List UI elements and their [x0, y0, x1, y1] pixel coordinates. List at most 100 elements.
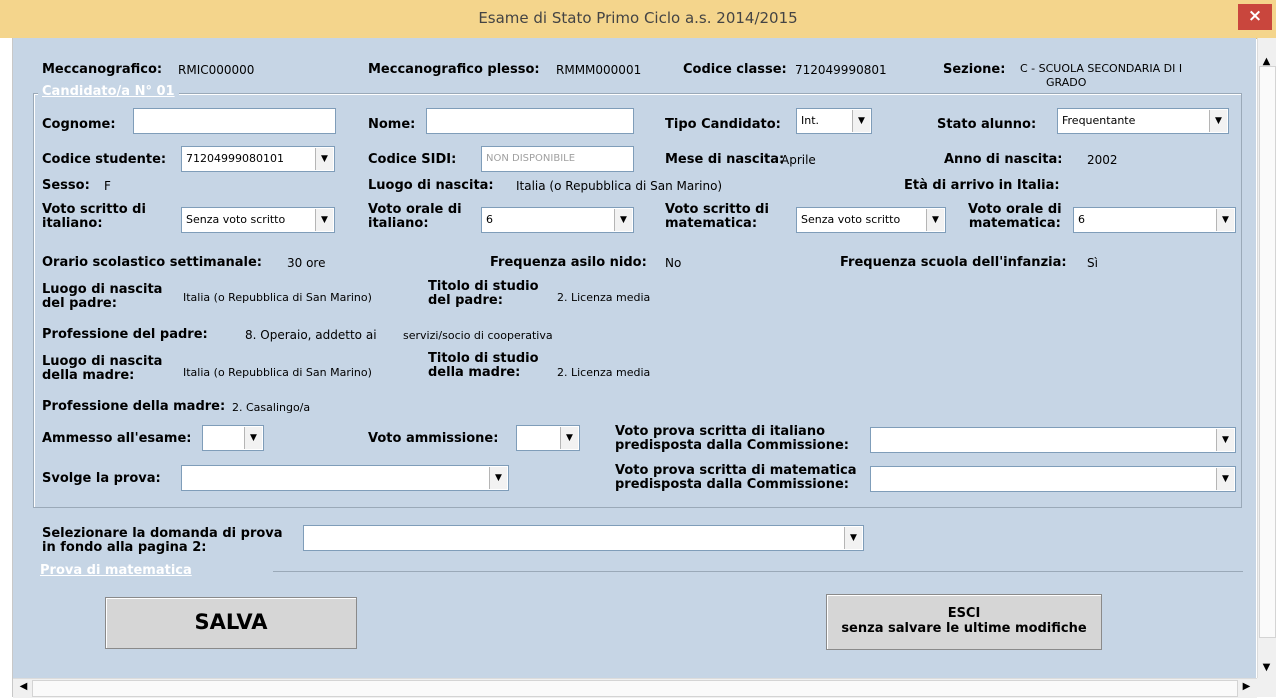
label-line: della madre:	[428, 365, 521, 380]
orario-settimanale-label: Orario scolastico settimanale:	[42, 255, 262, 270]
scroll-left-icon[interactable]: ◀	[14, 681, 33, 692]
codice-classe-value: 712049990801	[795, 63, 887, 77]
codice-sidi-label: Codice SIDI:	[368, 152, 457, 167]
label-line: predisposta dalla Commissione:	[615, 477, 849, 492]
scroll-right-icon[interactable]: ▶	[1237, 681, 1256, 692]
titolo-studio-madre-label: Titolo di studio della madre:	[428, 352, 539, 380]
vertical-scrollbar-thumb[interactable]	[1259, 66, 1276, 638]
voto-scritto-matematica-dropdown[interactable]: Senza voto scritto ▼	[796, 207, 946, 233]
label-line: Voto orale di	[968, 202, 1062, 217]
voto-ammissione-dropdown[interactable]: ▼	[516, 425, 580, 451]
horizontal-scrollbar-thumb[interactable]	[32, 680, 1238, 697]
label-line: Voto orale di	[368, 202, 462, 217]
voto-prova-matematica-dropdown[interactable]: ▼	[870, 466, 1236, 492]
chevron-down-icon[interactable]: ▼	[315, 209, 333, 231]
chevron-down-icon[interactable]: ▼	[844, 527, 862, 549]
stato-alunno-dropdown[interactable]: Frequentante ▼	[1057, 108, 1229, 134]
label-line: del padre:	[42, 296, 117, 311]
chevron-down-icon[interactable]: ▼	[1209, 110, 1227, 132]
chevron-down-icon[interactable]: ▼	[315, 148, 333, 170]
titolo-studio-padre-value: 2. Licenza media	[557, 291, 651, 304]
domanda-prova-dropdown[interactable]: ▼	[303, 525, 864, 551]
chevron-down-icon[interactable]: ▼	[926, 209, 944, 231]
voto-prova-matematica-label: Voto prova scritta di matematica predisp…	[615, 464, 857, 492]
asilo-nido-value: No	[665, 256, 682, 270]
chevron-down-icon[interactable]: ▼	[560, 427, 578, 449]
ammesso-esame-dropdown[interactable]: ▼	[202, 425, 264, 451]
cognome-label: Cognome:	[42, 117, 116, 132]
chevron-down-icon[interactable]: ▼	[1216, 468, 1234, 490]
asilo-nido-label: Frequenza asilo nido:	[490, 255, 647, 270]
chevron-down-icon[interactable]: ▼	[244, 427, 262, 449]
esci-button-line2: senza salvare le ultime modifiche	[841, 621, 1087, 636]
sezione-value-line1: C - SCUOLA SECONDARIA DI I	[1020, 62, 1183, 75]
tipo-candidato-dropdown[interactable]: Int. ▼	[796, 108, 872, 134]
label-line: Voto prova scritta di matematica	[615, 463, 857, 478]
voto-orale-italiano-value: 6	[486, 213, 493, 226]
voto-orale-matematica-dropdown[interactable]: 6 ▼	[1073, 207, 1236, 233]
stato-alunno-label: Stato alunno:	[937, 117, 1037, 132]
meccanografico-value: RMIC000000	[178, 63, 255, 77]
chevron-down-icon[interactable]: ▼	[489, 467, 507, 489]
voto-prova-italiano-dropdown[interactable]: ▼	[870, 427, 1236, 453]
titolo-studio-madre-value: 2. Licenza media	[557, 366, 651, 379]
luogo-nascita-value: Italia (o Repubblica di San Marino)	[516, 179, 723, 193]
voto-scritto-matematica-value: Senza voto scritto	[801, 213, 901, 226]
close-button[interactable]: ×	[1238, 4, 1272, 30]
chevron-down-icon[interactable]: ▼	[614, 209, 632, 231]
codice-studente-dropdown[interactable]: 71204999080101 ▼	[181, 146, 335, 172]
label-line: in fondo alla pagina 2:	[42, 540, 207, 555]
label-line: Voto scritto di	[665, 202, 769, 217]
window-title: Esame di Stato Primo Ciclo a.s. 2014/201…	[478, 9, 798, 27]
mese-nascita-value: Aprile	[781, 153, 816, 167]
chevron-down-icon[interactable]: ▼	[1216, 209, 1234, 231]
luogo-nascita-padre-label: Luogo di nascita del padre:	[42, 283, 162, 311]
domanda-prova-label: Selezionare la domanda di prova in fondo…	[42, 527, 283, 555]
luogo-nascita-padre-value: Italia (o Repubblica di San Marino)	[183, 291, 372, 304]
scroll-down-icon[interactable]: ▼	[1257, 662, 1276, 673]
titolo-studio-padre-label: Titolo di studio del padre:	[428, 280, 539, 308]
professione-madre-label: Professione della madre:	[42, 399, 226, 414]
orario-settimanale-value: 30 ore	[287, 256, 326, 270]
label-line: matematica:	[665, 216, 758, 231]
chevron-down-icon[interactable]: ▼	[1216, 429, 1234, 451]
sezione-label: Sezione:	[943, 62, 1006, 77]
nome-label: Nome:	[368, 117, 416, 132]
voto-ammissione-label: Voto ammissione:	[368, 431, 499, 446]
mese-nascita-label: Mese di nascita:	[665, 152, 785, 167]
professione-padre-label: Professione del padre:	[42, 327, 208, 342]
codice-studente-label: Codice studente:	[42, 152, 167, 167]
voto-scritto-italiano-dropdown[interactable]: Senza voto scritto ▼	[181, 207, 335, 233]
label-line: Luogo di nascita	[42, 354, 163, 369]
nome-input[interactable]	[426, 108, 634, 134]
sezione-value-line2: GRADO	[1046, 76, 1087, 89]
voto-scritto-italiano-value: Senza voto scritto	[186, 213, 286, 226]
meccanografico-label: Meccanografico:	[42, 62, 163, 77]
eta-arrivo-label: Età di arrivo in Italia:	[904, 178, 1060, 193]
label-line: italiano:	[368, 216, 429, 231]
label-line: italiano:	[42, 216, 103, 231]
esci-button-line1: ESCI	[947, 606, 981, 621]
codice-sidi-input: NON DISPONIBILE	[481, 146, 634, 172]
label-line: matematica:	[968, 216, 1061, 231]
scuola-infanzia-value: Sì	[1087, 256, 1098, 270]
esci-button[interactable]: ESCI senza salvare le ultime modifiche	[826, 594, 1102, 650]
meccanografico-plesso-label: Meccanografico plesso:	[368, 62, 540, 77]
math-frame-title: Prova di matematica	[38, 563, 196, 578]
salva-button[interactable]: SALVA	[105, 597, 357, 649]
candidate-frame-title: Candidato/a N° 01	[38, 84, 179, 99]
label-line: Selezionare la domanda di prova	[42, 526, 283, 541]
stato-alunno-value: Frequentante	[1062, 114, 1136, 127]
chevron-down-icon[interactable]: ▼	[852, 110, 870, 132]
svolge-prova-dropdown[interactable]: ▼	[181, 465, 509, 491]
professione-madre-value: 2. Casalingo/a	[232, 401, 311, 414]
luogo-nascita-label: Luogo di nascita:	[368, 178, 494, 193]
voto-scritto-italiano-label: Voto scritto di italiano:	[42, 203, 146, 231]
cognome-input[interactable]	[133, 108, 336, 134]
scrollbar-corner	[1257, 678, 1276, 697]
codice-classe-label: Codice classe:	[683, 62, 787, 77]
sesso-label: Sesso:	[42, 178, 90, 193]
voto-orale-italiano-label: Voto orale di italiano:	[368, 203, 462, 231]
anno-nascita-label: Anno di nascita:	[944, 152, 1063, 167]
voto-orale-italiano-dropdown[interactable]: 6 ▼	[481, 207, 634, 233]
